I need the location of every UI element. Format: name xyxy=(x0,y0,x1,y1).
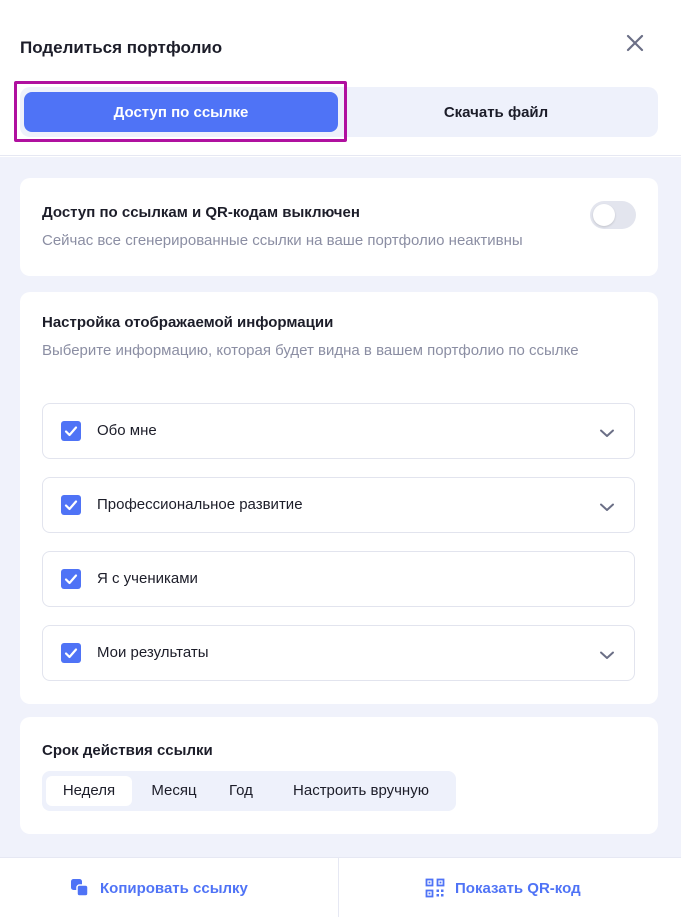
period-option-year[interactable]: Год xyxy=(216,776,266,806)
checkbox-with-students[interactable] xyxy=(61,569,81,589)
chevron-down-icon[interactable] xyxy=(598,646,616,664)
access-description: Сейчас все сгенерированные ссылки на ваш… xyxy=(42,232,523,249)
list-item-about-me[interactable]: Обо мне xyxy=(42,403,635,459)
share-tabs: Доступ по ссылке Скачать файл xyxy=(20,87,658,137)
item-label: Я с учениками xyxy=(97,570,198,587)
display-settings-title: Настройка отображаемой информации xyxy=(42,314,334,331)
period-option-month[interactable]: Месяц xyxy=(136,776,212,806)
item-label: Мои результаты xyxy=(97,644,209,661)
qr-code-icon xyxy=(425,878,445,898)
check-icon xyxy=(64,426,78,437)
dialog-header: Поделиться портфолио Доступ по ссылке Ск… xyxy=(0,0,681,156)
show-qr-label: Показать QR-код xyxy=(455,879,581,897)
show-qr-button[interactable]: Показать QR-код xyxy=(425,858,581,917)
dialog-content: Доступ по ссылкам и QR-кодам выключен Се… xyxy=(0,157,681,857)
list-item-my-results[interactable]: Мои результаты xyxy=(42,625,635,681)
footer-divider xyxy=(338,858,339,917)
check-icon xyxy=(64,648,78,659)
check-icon xyxy=(64,500,78,511)
access-card: Доступ по ссылкам и QR-кодам выключен Се… xyxy=(20,178,658,276)
tab-download-file[interactable]: Скачать файл xyxy=(342,92,650,132)
display-settings-description: Выберите информацию, которая будет видна… xyxy=(42,342,579,359)
access-toggle[interactable] xyxy=(590,201,636,229)
copy-link-button[interactable]: Копировать ссылку xyxy=(70,858,248,917)
display-settings-card: Настройка отображаемой информации Выбери… xyxy=(20,292,658,704)
list-item-with-students[interactable]: Я с учениками xyxy=(42,551,635,607)
dialog-footer: Копировать ссылку Показать QR-код xyxy=(0,857,681,917)
dialog-title: Поделиться портфолио xyxy=(20,38,223,57)
link-period-title: Срок действия ссылки xyxy=(42,742,213,759)
chevron-down-icon[interactable] xyxy=(598,498,616,516)
link-period-card: Срок действия ссылки Неделя Месяц Год На… xyxy=(20,717,658,834)
copy-icon xyxy=(71,879,89,897)
close-icon xyxy=(626,34,644,52)
copy-link-label: Копировать ссылку xyxy=(100,879,248,897)
item-label: Обо мне xyxy=(97,422,157,439)
access-title: Доступ по ссылкам и QR-кодам выключен xyxy=(42,204,360,221)
item-label: Профессиональное развитие xyxy=(97,496,303,513)
period-selector: Неделя Месяц Год Настроить вручную xyxy=(42,771,456,811)
period-option-week[interactable]: Неделя xyxy=(46,776,132,806)
chevron-down-icon[interactable] xyxy=(598,424,616,442)
list-item-professional-development[interactable]: Профессиональное развитие xyxy=(42,477,635,533)
checkbox-professional-development[interactable] xyxy=(61,495,81,515)
tab-link-access[interactable]: Доступ по ссылке xyxy=(24,92,338,132)
checkbox-about-me[interactable] xyxy=(61,421,81,441)
close-button[interactable] xyxy=(622,30,648,56)
toggle-knob xyxy=(593,204,615,226)
check-icon xyxy=(64,574,78,585)
checkbox-my-results[interactable] xyxy=(61,643,81,663)
period-option-custom[interactable]: Настроить вручную xyxy=(270,776,452,806)
